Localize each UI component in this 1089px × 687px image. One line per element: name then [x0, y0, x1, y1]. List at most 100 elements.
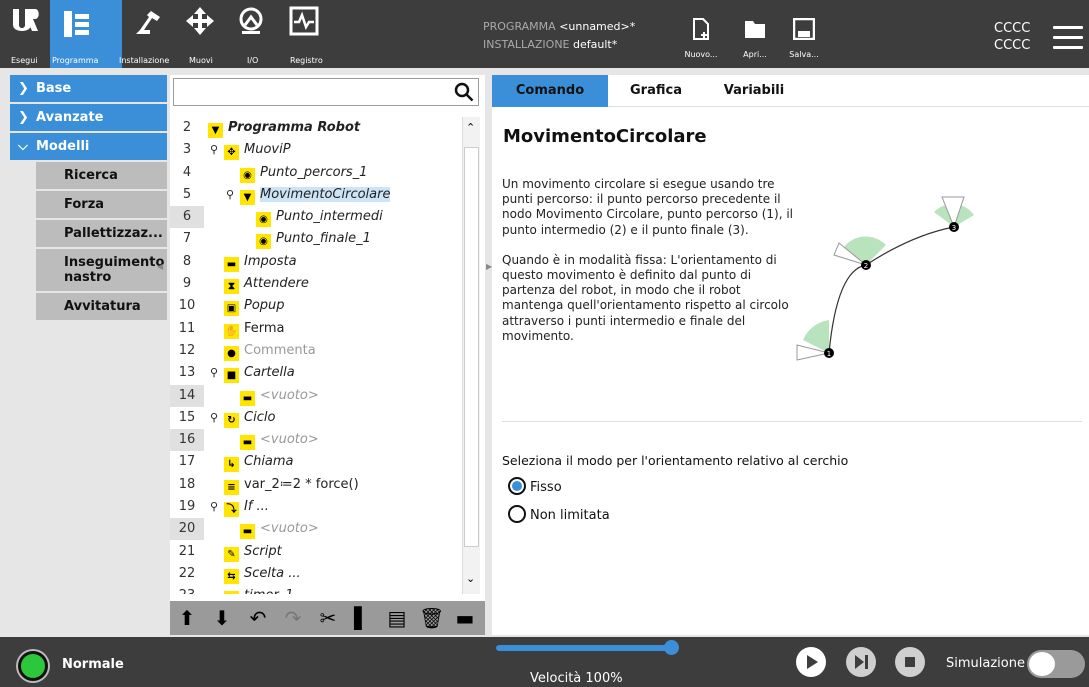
tree-node[interactable]: ◉ Punto_finale_1	[256, 231, 371, 250]
tree-row[interactable]: 23 ◷ timer_1	[170, 585, 460, 594]
tree-node[interactable]: ✋ Ferma	[224, 321, 285, 339]
nav-installazione-label: Installazione	[119, 56, 170, 65]
expand-pin-icon[interactable]: ⚲	[210, 362, 218, 384]
tree-row[interactable]: 20 ▬ <vuoto>	[170, 518, 460, 541]
power-status-button[interactable]	[18, 651, 48, 681]
move-arrows-icon	[186, 7, 214, 35]
radio-fisso[interactable]: Fisso	[508, 477, 562, 497]
install-key: INSTALLAZIONE	[483, 38, 570, 51]
speed-slider-knob[interactable]	[664, 640, 679, 655]
tree-node[interactable]: ▬ Imposta	[224, 254, 297, 272]
hamburger-menu-icon[interactable]	[1053, 26, 1083, 49]
speed-slider[interactable]	[496, 645, 674, 651]
tree-node[interactable]: ▼ MovimentoCircolare	[240, 186, 391, 205]
category-modelli-label: Modelli	[36, 139, 90, 154]
tree-row[interactable]: 4 ◉ Punto_percors_1	[170, 162, 460, 184]
tree-node[interactable]: ✎ Script	[224, 544, 282, 562]
nav-programma-label: Programma	[52, 56, 99, 65]
node-label: Punto_intermedi	[276, 209, 383, 225]
move-down-icon[interactable]: ⬇	[210, 606, 234, 630]
tree-node[interactable]: ▬ <vuoto>	[240, 388, 319, 406]
tree-node[interactable]: ▼ Programma Robot	[208, 120, 360, 138]
tree-row[interactable]: 12 ● Commenta	[170, 340, 460, 362]
tree-node[interactable]: ⇆ Scelta ...	[224, 566, 301, 584]
move-up-icon[interactable]: ⬆	[175, 606, 199, 630]
tree-node[interactable]: ✥ MuoviP	[224, 142, 291, 161]
tree-row[interactable]: 16 ▬ <vuoto>	[170, 429, 460, 452]
save-file-button[interactable]: Salva...	[784, 18, 824, 59]
copy-icon[interactable]: ▌	[350, 606, 374, 630]
tree-node[interactable]: ◉ Punto_percors_1	[240, 165, 367, 183]
search-icon[interactable]	[454, 82, 474, 102]
scroll-down-icon[interactable]: ⌄	[466, 572, 475, 585]
expand-pin-icon[interactable]: ⚲	[210, 496, 218, 518]
nav-registro[interactable]	[288, 6, 320, 36]
nav-io[interactable]	[235, 6, 267, 36]
tree-row[interactable]: 8 ▬ Imposta	[170, 251, 460, 273]
tree-row[interactable]: 6 ◉ Punto_intermedi	[170, 206, 460, 229]
category-avanzate[interactable]: ❯ Avanzate	[10, 104, 167, 133]
tree-row[interactable]: 18 ≡ var_2≔2 * force()	[170, 474, 460, 496]
tree-node[interactable]: ● Commenta	[224, 343, 316, 361]
stop-button[interactable]	[895, 647, 925, 677]
tree-row[interactable]: 21 ✎ Script	[170, 541, 460, 563]
tree-node[interactable]: ◉ Punto_intermedi	[256, 209, 383, 228]
tree-row[interactable]: 14 ▬ <vuoto>	[170, 384, 460, 407]
menu-item-avvitatura[interactable]: Avvitatura	[36, 293, 167, 322]
tree-row[interactable]: 13 ⚲ ■ Cartella	[170, 362, 460, 384]
cut-icon[interactable]: ✂	[316, 606, 340, 630]
category-modelli[interactable]: ⌵ Modelli	[10, 133, 167, 162]
tree-node[interactable]: ■ Cartella	[224, 365, 295, 384]
nav-muovi[interactable]	[185, 6, 215, 36]
tab-grafica[interactable]: Grafica	[608, 75, 704, 107]
tree-node[interactable]: ◷ timer_1	[224, 588, 294, 594]
radio-non-limitata[interactable]: Non limitata	[508, 505, 610, 525]
expand-pin-icon[interactable]: ⚲	[226, 184, 234, 206]
tree-node[interactable]: ≡ var_2≔2 * force()	[224, 477, 359, 495]
tab-variabili[interactable]: Variabili	[704, 75, 804, 107]
scroll-up-icon[interactable]: ⌃	[466, 121, 475, 134]
tree-row[interactable]: 9 ⧗ Attendere	[170, 273, 460, 295]
paste-icon[interactable]: ▤	[385, 606, 409, 630]
delete-icon[interactable]: 🗑	[419, 606, 444, 630]
expand-pin-icon[interactable]: ⚲	[210, 139, 218, 161]
nav-esegui[interactable]	[10, 6, 40, 36]
tree-node[interactable]: ↻ Ciclo	[224, 410, 275, 428]
menu-item-pallettizzazione[interactable]: Pallettizzaz...	[36, 220, 167, 249]
menu-item-inseguimento-nastro[interactable]: Inseguimento nastro	[36, 249, 167, 293]
tree-row[interactable]: 11 ✋ Ferma	[170, 318, 460, 340]
tree-node[interactable]: ▬ <vuoto>	[240, 521, 319, 540]
undo-icon[interactable]: ↶	[246, 606, 270, 630]
tab-comando[interactable]: Comando	[492, 75, 608, 107]
menu-item-ricerca[interactable]: Ricerca	[36, 162, 167, 191]
tree-row[interactable]: 7 ◉ Punto_finale_1	[170, 228, 460, 250]
tree-row[interactable]: 19 ⚲ ⤵ If ...	[170, 496, 460, 518]
nav-installazione[interactable]	[130, 6, 164, 36]
play-button[interactable]	[796, 647, 826, 677]
scroll-thumb[interactable]	[464, 147, 479, 547]
tree-node[interactable]: ⧗ Attendere	[224, 276, 309, 295]
suppress-icon[interactable]: ▬	[453, 606, 477, 630]
menu-item-forza[interactable]: Forza	[36, 191, 167, 220]
tree-node[interactable]: ⤵ If ...	[224, 499, 269, 518]
new-file-button[interactable]: Nuovo...	[681, 18, 721, 59]
tree-row[interactable]: 22 ⇆ Scelta ...	[170, 563, 460, 585]
tree-row[interactable]: 15 ⚲ ↻ Ciclo	[170, 407, 460, 429]
tree-row[interactable]: 3 ⚲ ✥ MuoviP	[170, 139, 460, 161]
tree-row[interactable]: 2 ▼ Programma Robot	[170, 117, 460, 139]
tree-search-input[interactable]	[173, 78, 479, 106]
step-button[interactable]	[846, 647, 876, 677]
tree-row[interactable]: 5 ⚲ ▼ MovimentoCircolare	[170, 184, 460, 206]
radio-selected-icon	[508, 477, 526, 495]
tree-node[interactable]: ▣ Popup	[224, 298, 285, 317]
open-file-button[interactable]: Apri...	[735, 18, 775, 59]
tree-node[interactable]: ▬ <vuoto>	[240, 432, 319, 451]
expand-pin-icon[interactable]: ⚲	[210, 407, 218, 429]
category-base[interactable]: ❯ Base	[10, 75, 167, 104]
tree-row[interactable]: 17 ↳ Chiama	[170, 451, 460, 473]
simulation-toggle[interactable]	[1027, 650, 1085, 678]
tree-row[interactable]: 10 ▣ Popup	[170, 295, 460, 317]
tree-scrollbar[interactable]: ⌃ ⌄	[462, 117, 480, 594]
collapse-left-icon[interactable]: ◀	[157, 262, 163, 271]
tree-node[interactable]: ↳ Chiama	[224, 454, 294, 473]
